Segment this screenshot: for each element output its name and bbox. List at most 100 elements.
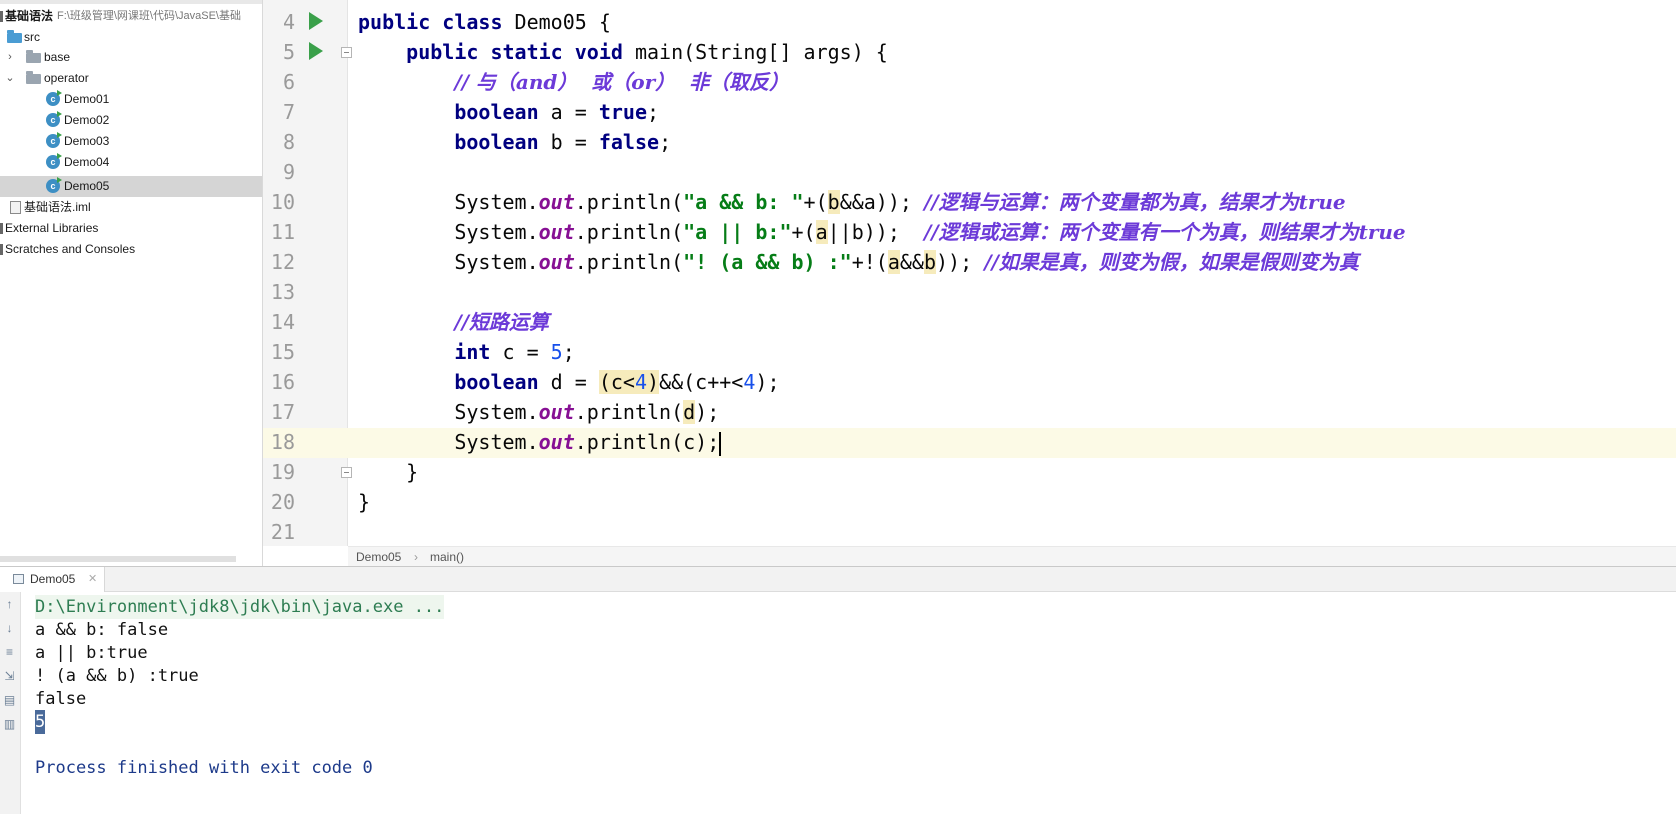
tree-item-src[interactable]: src — [0, 27, 262, 48]
line-number: 20 — [270, 490, 295, 514]
tree-item-label: operator — [44, 71, 89, 85]
code-line: System.out.println(c); — [358, 430, 722, 456]
console-line: false — [35, 689, 87, 709]
breadcrumb-method[interactable]: main() — [430, 547, 464, 567]
line-number: 5 — [282, 40, 295, 64]
run-gutter-icon[interactable] — [309, 12, 323, 30]
arrow-down-icon[interactable]: ↓ — [3, 622, 16, 635]
run-gutter-icon[interactable] — [309, 42, 323, 60]
line-number: 18 — [270, 430, 295, 454]
console-output[interactable]: D:\Environment\jdk8\jdk\bin\java.exe ...… — [21, 592, 1676, 814]
soft-wrap-icon[interactable]: ≡ — [3, 646, 16, 659]
line-number: 15 — [270, 340, 295, 364]
print-icon[interactable]: ▤ — [3, 694, 16, 707]
class-icon: c — [46, 177, 62, 193]
tree-item-label: External Libraries — [5, 221, 99, 235]
code-line: boolean a = true; — [454, 100, 660, 124]
close-icon[interactable]: ✕ — [88, 567, 97, 592]
breadcrumb: Demo05 › main() — [348, 546, 1676, 567]
trash-icon[interactable]: ▥ — [3, 718, 16, 731]
tree-item-label: Demo01 — [64, 92, 110, 106]
tree-item-label: base — [44, 50, 71, 64]
line-number: 13 — [270, 280, 295, 304]
scratches-icon — [0, 244, 3, 255]
scroll-to-end-icon[interactable]: ⇲ — [3, 670, 16, 683]
text-caret — [719, 431, 722, 456]
tree-item-label: Demo02 — [64, 113, 110, 127]
line-number: 4 — [282, 10, 295, 34]
code-line: boolean b = false; — [454, 130, 672, 154]
panel-top-border — [0, 0, 262, 4]
code-line: System.out.println("! (a && b) :"+!(a&&b… — [358, 250, 1359, 274]
code-line: } — [358, 490, 371, 514]
run-toolbar: ↑ ↓ ≡ ⇲ ▤ ▥ — [0, 592, 21, 814]
console-exit-message: Process finished with exit code 0 — [35, 758, 373, 778]
run-tab[interactable]: Demo05 ✕ — [0, 567, 105, 592]
console-line: a || b:true — [35, 643, 148, 663]
project-panel: 基础语法 F:\班级管理\网课班\代码\JavaSE\基础 src › base… — [0, 0, 263, 566]
tree-item-operator[interactable]: ⌄ operator — [0, 68, 262, 89]
tree-item-demo05[interactable]: c Demo05 — [0, 176, 262, 197]
tree-item-demo04[interactable]: c Demo04 — [0, 152, 262, 173]
tree-item-label: Scratches and Consoles — [5, 242, 136, 256]
code-line: public static void main(String[] args) { — [406, 40, 888, 64]
line-number: 19 — [270, 460, 295, 484]
tree-item-base[interactable]: › base — [0, 47, 262, 68]
chevron-down-icon[interactable]: ⌄ — [5, 68, 15, 89]
code-comment: // 与（and） 或（or） 非（取反） — [454, 70, 790, 94]
file-icon — [10, 201, 21, 214]
arrow-up-icon[interactable]: ↑ — [3, 598, 16, 611]
project-name: 基础语法 — [5, 9, 54, 23]
code-line: int c = 5; — [454, 340, 575, 364]
line-number: 21 — [270, 520, 295, 544]
tree-item-label: src — [24, 30, 40, 44]
console-icon — [13, 574, 24, 584]
run-tab-bar: Demo05 ✕ — [0, 566, 1676, 592]
console-line: a && b: false — [35, 620, 169, 640]
class-icon: c — [46, 132, 62, 148]
code-token: public class — [358, 10, 503, 34]
tree-item-iml[interactable]: 基础语法.iml — [0, 197, 262, 218]
class-icon: c — [46, 90, 62, 106]
code-line: } — [358, 460, 419, 484]
tree-item-demo02[interactable]: c Demo02 — [0, 110, 262, 131]
tree-item-demo03[interactable]: c Demo03 — [0, 131, 262, 152]
tree-item-demo01[interactable]: c Demo01 — [0, 89, 262, 110]
class-icon: c — [46, 111, 62, 127]
tree-item-label: Demo03 — [64, 134, 110, 148]
tree-item-label: Demo05 — [64, 179, 110, 193]
line-number: 6 — [282, 70, 295, 94]
tree-item-external-libraries[interactable]: External Libraries — [0, 218, 262, 239]
code-token: public static void — [406, 40, 623, 64]
line-number: 9 — [282, 160, 295, 184]
console-line: ! (a && b) :true — [35, 666, 199, 686]
library-icon — [0, 223, 3, 234]
fold-icon[interactable] — [341, 467, 352, 478]
code-line: //短路运算 — [454, 310, 549, 334]
line-number: 8 — [282, 130, 295, 154]
module-icon — [0, 11, 3, 22]
sidebar-horizontal-scrollbar[interactable] — [0, 556, 236, 562]
line-number: 16 — [270, 370, 295, 394]
line-number: 11 — [270, 220, 295, 244]
project-path: F:\班级管理\网课班\代码\JavaSE\基础 — [57, 10, 241, 22]
line-number: 17 — [270, 400, 295, 424]
line-number: 7 — [282, 100, 295, 124]
fold-icon[interactable] — [341, 47, 352, 58]
tree-item-scratches[interactable]: Scratches and Consoles — [0, 239, 262, 260]
console-line-selected: 5 — [35, 710, 46, 734]
chevron-right-icon[interactable]: › — [5, 47, 15, 68]
class-icon: c — [46, 153, 62, 169]
package-icon — [26, 50, 41, 63]
code-line: System.out.println("a && b: "+(b&&a)); /… — [358, 190, 1346, 214]
line-number: 14 — [270, 310, 295, 334]
code-line: System.out.println(d); — [358, 400, 720, 424]
tree-item-label: Demo04 — [64, 155, 110, 169]
breadcrumb-class[interactable]: Demo05 — [356, 547, 401, 567]
console-command: D:\Environment\jdk8\jdk\bin\java.exe ... — [35, 595, 445, 619]
breadcrumb-separator: › — [414, 550, 418, 564]
project-root[interactable]: 基础语法 F:\班级管理\网课班\代码\JavaSE\基础 — [0, 6, 262, 27]
code-line: boolean d = (c<4)&&(c++<4); — [454, 370, 780, 394]
line-number: 12 — [270, 250, 295, 274]
run-tab-label: Demo05 — [30, 572, 76, 586]
